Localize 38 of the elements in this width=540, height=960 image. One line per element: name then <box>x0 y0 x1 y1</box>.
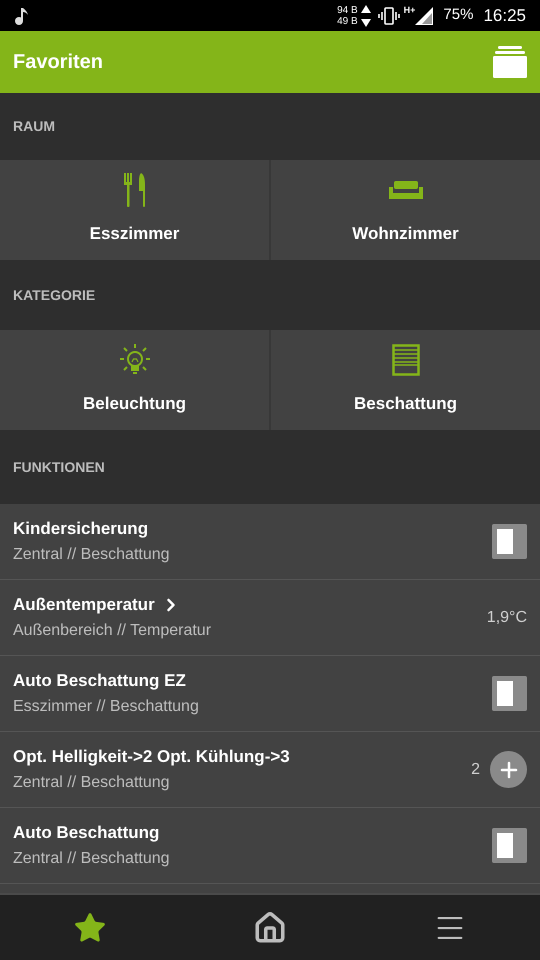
toggle-switch[interactable] <box>492 524 527 559</box>
home-icon[interactable] <box>253 910 287 944</box>
function-name: Auto Beschattung <box>13 822 160 844</box>
category-tile[interactable]: Beleuchtung <box>0 330 269 430</box>
toggle-switch[interactable] <box>492 828 527 863</box>
cutlery-icon <box>124 173 146 208</box>
vibrate-icon <box>378 6 400 24</box>
signal-icon <box>415 6 434 24</box>
function-location: Außenbereich // Temperatur <box>13 621 212 641</box>
function-location: Zentral // Beschattung <box>13 545 170 565</box>
category-tile[interactable]: Beschattung <box>271 330 540 430</box>
category-tile[interactable]: Esszimmer <box>0 160 269 260</box>
function-location: Esszimmer // Beschattung <box>13 697 199 717</box>
function-name: Kindersicherung <box>13 518 148 540</box>
toggle-switch[interactable] <box>492 676 527 711</box>
clock: 16:25 <box>483 4 526 27</box>
battery-level: 75% <box>443 5 474 26</box>
upload-rate: 94 B <box>337 4 358 16</box>
window-blind-icon <box>392 344 420 376</box>
section-header: RAUM <box>13 117 55 136</box>
category-tile[interactable]: Wohnzimmer <box>271 160 540 260</box>
function-location: Zentral // Beschattung <box>13 849 170 869</box>
plus-button[interactable] <box>490 751 527 788</box>
temperature-value: 1,9°C <box>486 608 527 628</box>
function-name: Opt. Helligkeit->2 Opt. Kühlung->3 <box>13 746 290 768</box>
data-transfer-icon <box>360 4 372 28</box>
music-note-icon <box>14 6 30 24</box>
sofa-icon <box>388 181 422 200</box>
step-value: 2 <box>471 760 480 780</box>
function-location: Zentral // Beschattung <box>13 773 171 793</box>
network-type: H+ <box>404 4 416 17</box>
download-rate: 49 B <box>337 16 358 26</box>
favorites-star-icon[interactable] <box>73 910 107 944</box>
function-name: Auto Beschattung EZ <box>13 670 186 692</box>
app-title: Favoriten <box>13 50 104 75</box>
section-header: FUNKTIONEN <box>13 458 105 476</box>
function-name: Außentemperatur <box>13 594 155 616</box>
section-header: KATEGORIE <box>13 286 96 304</box>
